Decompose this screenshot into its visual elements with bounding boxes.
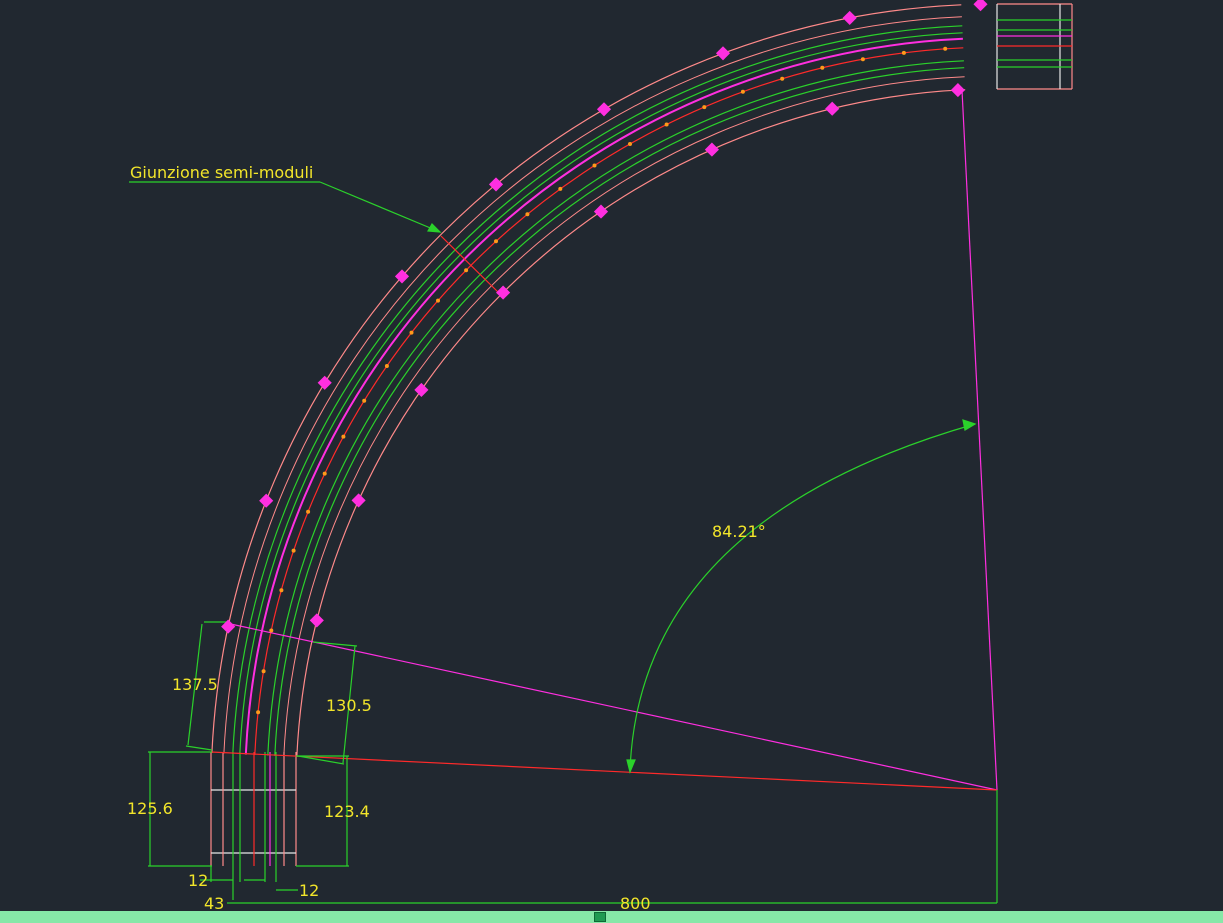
dim-137-text: 137.5 — [172, 675, 218, 694]
dim-12-left-text: 12 — [188, 871, 208, 890]
radius-line-bottom — [210, 751, 998, 791]
label-giunzione: Giunzione semi-moduli — [130, 163, 313, 182]
grip-axis[interactable] — [384, 364, 389, 368]
dim-130-text: 130.5 — [326, 696, 372, 715]
arc-green-4 — [274, 67, 965, 756]
grip-outer[interactable] — [715, 46, 731, 61]
scrollbar-thumb[interactable] — [594, 912, 606, 922]
grip-axis[interactable] — [291, 548, 296, 553]
dim-123-text: 123.4 — [324, 802, 370, 821]
grip-axis[interactable] — [409, 330, 414, 335]
angle-arrow-top — [962, 419, 977, 431]
grip-axis[interactable] — [341, 434, 346, 439]
grip-axis[interactable] — [558, 186, 563, 191]
angle-arrow-bottom — [626, 759, 636, 774]
grip-axis[interactable] — [362, 398, 367, 403]
grip-axis[interactable] — [740, 89, 745, 94]
grip-inner[interactable] — [414, 382, 429, 397]
angle-arc — [629, 423, 976, 771]
dimension-lines — [129, 181, 997, 904]
grip-axis[interactable] — [261, 669, 266, 674]
label-leader — [319, 181, 441, 233]
grip-inner[interactable] — [351, 493, 366, 508]
grip-axis[interactable] — [901, 50, 906, 55]
grip-axis[interactable] — [702, 105, 707, 110]
angle-dimension-text: 84.21° — [712, 522, 766, 541]
grip-outer[interactable] — [317, 375, 332, 390]
grip-axis[interactable] — [306, 509, 311, 514]
arc-outer-inner — [223, 16, 962, 754]
dim-12-right-text: 12 — [299, 881, 319, 900]
arc-inner-edge — [296, 89, 966, 758]
arc-magenta — [244, 37, 963, 755]
grip-axis[interactable] — [256, 710, 261, 715]
cad-drawing-canvas[interactable]: Giunzione semi-moduli 84.21° 137.5 130.5… — [0, 0, 1223, 923]
grip-axis[interactable] — [628, 142, 632, 146]
grip-axis[interactable] — [820, 65, 825, 70]
grip-points[interactable] — [221, 0, 988, 715]
grip-inner[interactable] — [309, 613, 324, 628]
grip-axis[interactable] — [464, 268, 469, 273]
horizontal-scrollbar[interactable] — [0, 911, 1223, 923]
grip-inner[interactable] — [704, 142, 719, 157]
grip-outer[interactable] — [973, 0, 988, 12]
grip-outer[interactable] — [842, 10, 857, 25]
grip-axis[interactable] — [860, 57, 865, 62]
arc-green-3 — [267, 60, 964, 756]
grip-axis[interactable] — [943, 46, 948, 51]
dim-125-text: 125.6 — [127, 799, 173, 818]
straight-sections — [210, 3, 1073, 900]
grip-axis[interactable] — [279, 588, 284, 593]
grip-axis[interactable] — [436, 298, 440, 303]
radius-line-top — [961, 89, 998, 791]
dim-130-ext-top — [312, 641, 358, 647]
grip-inner[interactable] — [825, 101, 840, 116]
grip-axis[interactable] — [664, 122, 669, 127]
arc-inner-outer — [283, 76, 965, 757]
arc-axis — [254, 47, 964, 756]
grip-outer[interactable] — [259, 493, 274, 508]
grip-outer[interactable] — [596, 102, 612, 117]
grip-axis[interactable] — [269, 628, 274, 633]
grip-axis[interactable] — [322, 471, 327, 476]
label-leader-arrow — [427, 223, 442, 233]
arc-green-2 — [239, 32, 963, 755]
dim-137-ext-bottom — [185, 745, 213, 751]
grip-inner[interactable] — [593, 204, 609, 219]
grip-axis[interactable] — [780, 76, 785, 81]
grip-axis[interactable] — [592, 163, 597, 168]
grip-axis[interactable] — [494, 239, 498, 244]
grip-axis[interactable] — [525, 212, 530, 217]
